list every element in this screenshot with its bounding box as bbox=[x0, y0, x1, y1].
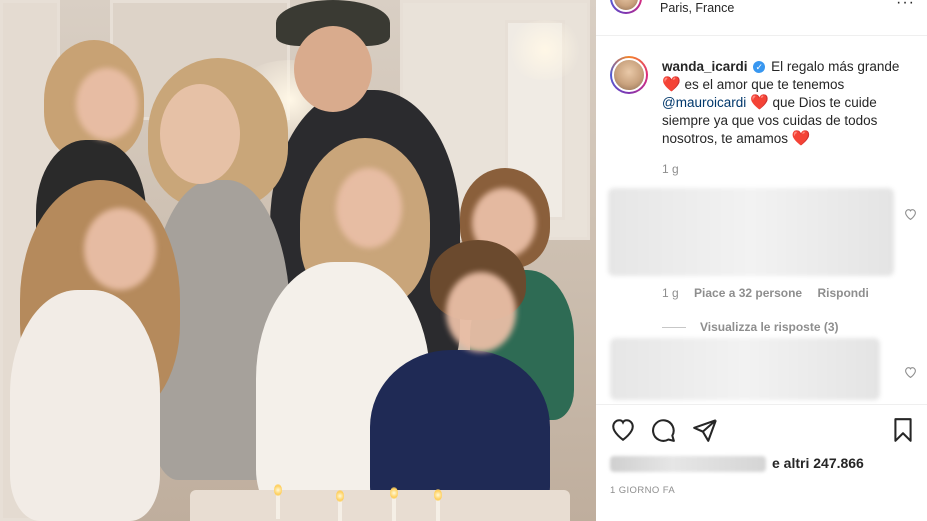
candle-flame bbox=[336, 490, 344, 502]
blurred-face bbox=[446, 272, 516, 352]
author-avatar[interactable] bbox=[610, 0, 642, 14]
blurred-liker-names bbox=[610, 456, 766, 473]
caption-text-part2: es el amor que te tenemos bbox=[684, 77, 845, 92]
reply-button[interactable]: Rispondi bbox=[817, 286, 868, 300]
comment-time[interactable]: 1 g bbox=[662, 286, 679, 300]
post-age[interactable]: 1 GIORNO FA bbox=[610, 485, 675, 496]
likes-count[interactable]: e altri 247.866 bbox=[610, 455, 864, 473]
blurred-comment bbox=[610, 338, 880, 400]
more-horizontal-icon[interactable]: ··· bbox=[896, 0, 915, 12]
post-actions: e altri 247.866 1 GIORNO FA bbox=[596, 404, 927, 521]
person-child bbox=[10, 290, 160, 521]
caption-time[interactable]: 1 g bbox=[662, 162, 679, 176]
caption-mention[interactable]: @mauroicardi bbox=[662, 95, 746, 110]
post-location[interactable]: Paris, France bbox=[660, 1, 734, 15]
post-photo[interactable] bbox=[0, 0, 596, 521]
woman-head bbox=[160, 84, 240, 184]
blurred-comment bbox=[608, 188, 894, 276]
red-heart-emoji: ❤️ bbox=[791, 130, 811, 147]
candle-flame bbox=[434, 489, 442, 501]
caption-text: wanda_icardi ✓ El regalo más grande ❤️ e… bbox=[662, 58, 924, 148]
red-heart-emoji: ❤️ bbox=[662, 76, 681, 93]
table bbox=[190, 490, 570, 521]
caption-username[interactable]: wanda_icardi bbox=[662, 59, 748, 74]
candle bbox=[276, 495, 280, 519]
blurred-face bbox=[336, 168, 402, 248]
blurred-face bbox=[76, 68, 138, 140]
post-header: Paris, France ··· bbox=[596, 0, 927, 36]
candle-flame bbox=[390, 487, 398, 499]
blurred-face bbox=[84, 208, 156, 290]
red-heart-emoji: ❤️ bbox=[750, 94, 769, 111]
candle bbox=[436, 500, 440, 521]
comment-bubble-icon[interactable] bbox=[650, 417, 676, 443]
comment-meta: 1 g Piace a 32 persone Rispondi bbox=[662, 286, 881, 300]
comment-likes[interactable]: Piace a 32 persone bbox=[694, 286, 802, 300]
view-replies-label: Visualizza le risposte (3) bbox=[700, 320, 839, 334]
verified-badge-icon: ✓ bbox=[753, 61, 766, 74]
caption-text-part1: El regalo más grande bbox=[771, 59, 900, 74]
wall-lamp bbox=[505, 20, 585, 80]
heart-outline-icon[interactable] bbox=[610, 417, 636, 443]
heart-outline-icon[interactable] bbox=[904, 208, 917, 220]
bookmark-icon[interactable] bbox=[890, 417, 916, 443]
paper-plane-icon[interactable] bbox=[692, 417, 718, 443]
candle bbox=[392, 498, 396, 521]
man-head bbox=[294, 26, 372, 112]
post-side-panel: Paris, France ··· wanda_icardi ✓ El rega… bbox=[596, 0, 927, 521]
view-replies-button[interactable]: Visualizza le risposte (3) bbox=[662, 320, 839, 334]
candle-flame bbox=[274, 484, 282, 496]
heart-outline-icon[interactable] bbox=[904, 366, 917, 378]
replies-divider bbox=[662, 327, 686, 329]
candle bbox=[338, 500, 342, 521]
likes-count-label: e altri 247.866 bbox=[772, 455, 864, 471]
caption-avatar[interactable] bbox=[610, 56, 648, 94]
